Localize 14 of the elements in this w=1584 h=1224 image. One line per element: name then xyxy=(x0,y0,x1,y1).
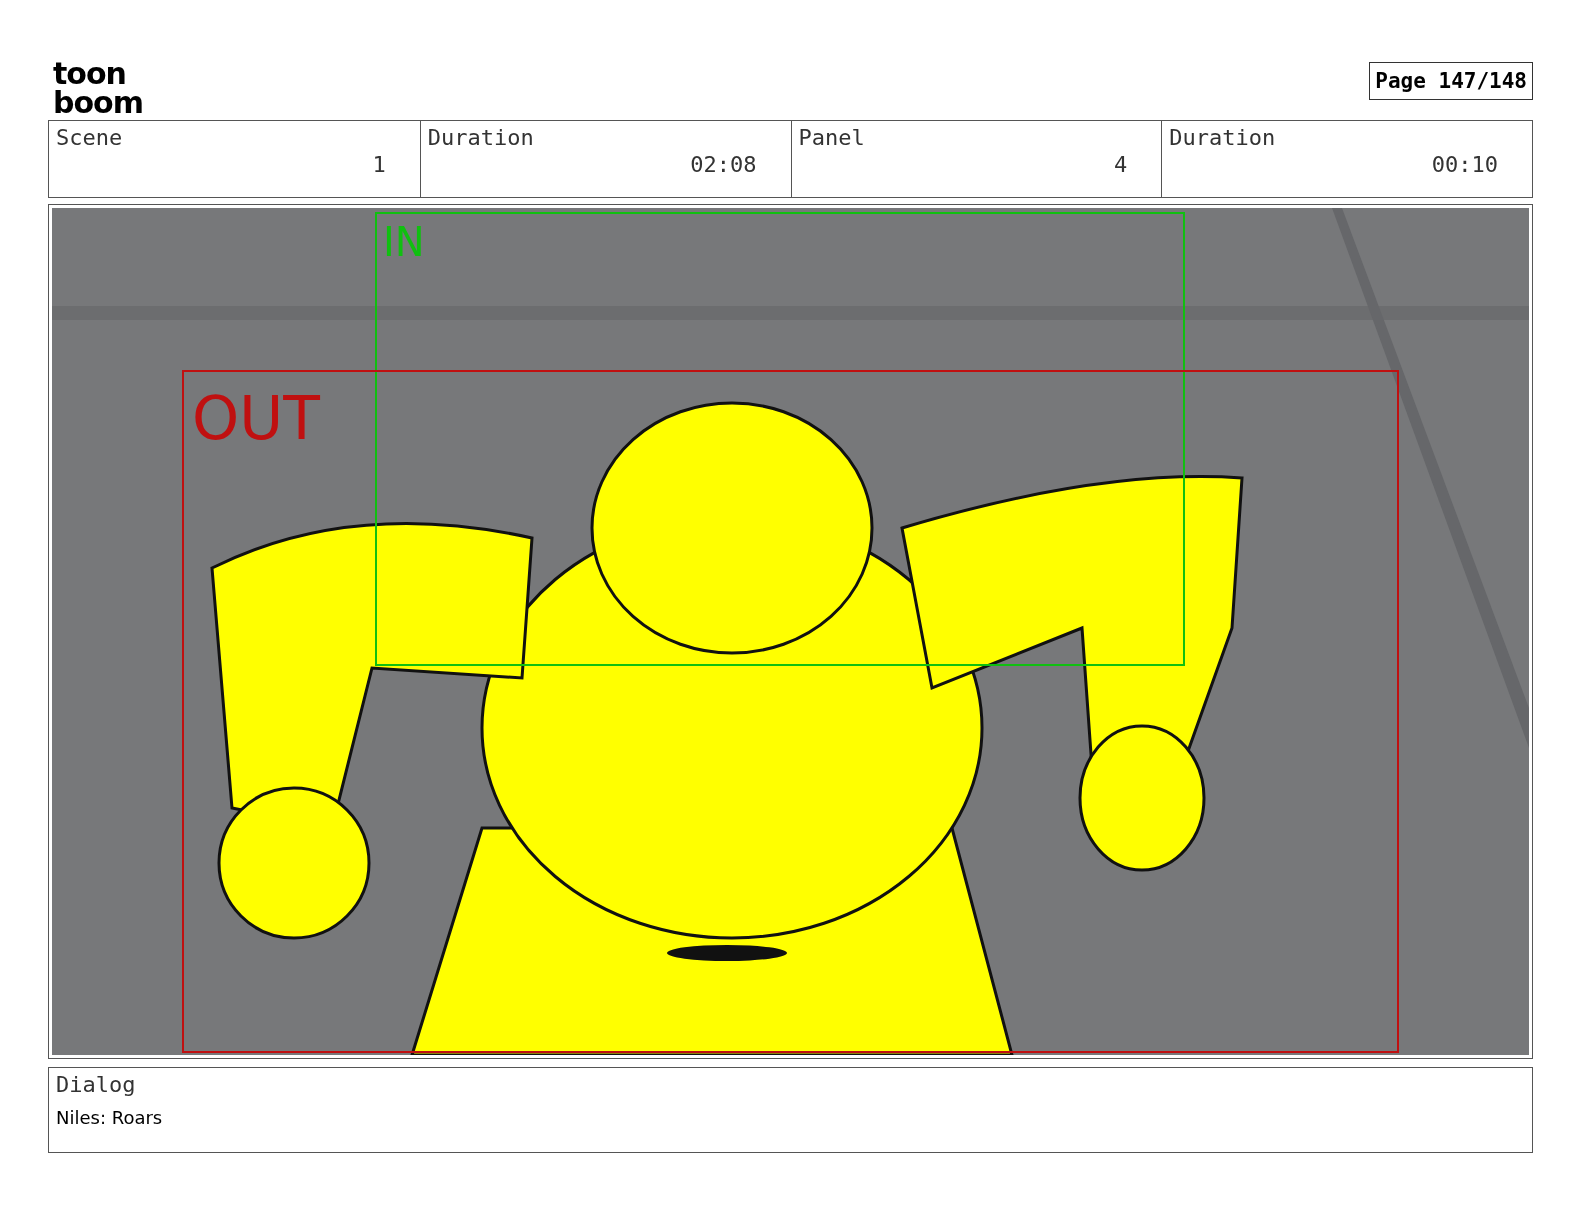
frame-label: OUT xyxy=(192,388,320,448)
field-value: 02:08 xyxy=(690,152,757,177)
field-label: Duration xyxy=(427,125,535,150)
page-number: Page 147/148 xyxy=(1369,62,1533,100)
frame-label: IN xyxy=(383,222,425,262)
field-label: Panel xyxy=(798,125,866,150)
dialog-label: Dialog xyxy=(56,1072,137,1097)
field-label: Scene xyxy=(56,125,124,150)
field-label: Duration xyxy=(1169,125,1277,150)
logo: toon boom xyxy=(53,60,143,118)
field-value: 00:10 xyxy=(1431,152,1498,177)
field-value: 1 xyxy=(372,152,386,177)
dialog-text: Niles: Roars xyxy=(56,1107,164,1128)
field-value: 4 xyxy=(1114,152,1128,177)
